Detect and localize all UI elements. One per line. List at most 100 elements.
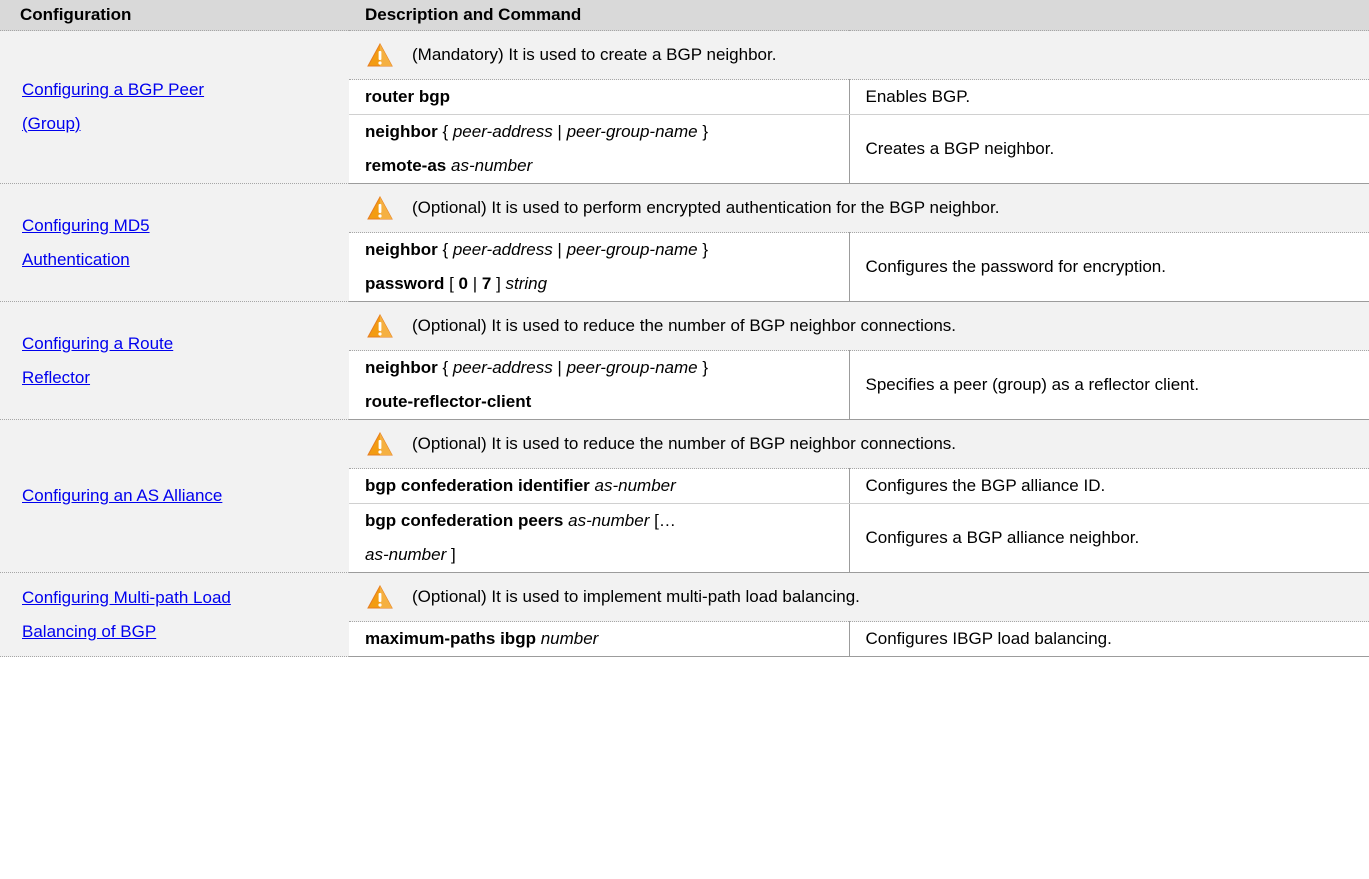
table-header: Configuration Description and Command [0, 0, 1369, 31]
configuration-link-line: Reflector [22, 367, 91, 387]
command-cell: bgp confederation identifier as-number [349, 468, 849, 504]
command-line: neighbor { peer-address | peer-group-nam… [365, 233, 849, 267]
note-cell: (Optional) It is used to perform encrypt… [349, 183, 1369, 233]
command-argument: as-number [451, 156, 533, 175]
command-line: as-number ] [365, 538, 849, 572]
command-description: Enables BGP. [848, 79, 1369, 115]
note-row: Configuring a Route Reflector (Optional) I… [0, 301, 1369, 420]
note-cell: (Optional) It is used to reduce the numb… [349, 419, 1369, 469]
configuration-cell: Configuring MD5 Authentication [0, 183, 349, 302]
command-line: route-reflector-client [365, 385, 849, 419]
command-syntax: | [468, 274, 482, 293]
configuration-table: Configuration Description and Command Co… [0, 0, 1369, 657]
command-line: bgp confederation peers as-number [… [365, 504, 849, 538]
configuration-link-line: Balancing of BGP [22, 621, 157, 641]
command-keyword: 0 [458, 274, 468, 293]
command-line: password [ 0 | 7 ] string [365, 267, 849, 301]
command-cell: maximum-paths ibgp number [349, 621, 849, 657]
command-keyword: remote-as [365, 156, 447, 175]
note-row: Configuring an AS Alliance (Optional) It … [0, 419, 1369, 573]
command-keyword: bgp confederation peers [365, 511, 564, 530]
configuration-link-line: Authentication [22, 249, 130, 269]
command-syntax: | [552, 358, 567, 377]
command-description: Specifies a peer (group) as a reflector … [848, 350, 1369, 420]
command-line: neighbor { peer-address | peer-group-nam… [365, 115, 849, 149]
configuration-link[interactable]: Configuring a BGP Peer (Group) [22, 80, 204, 133]
command-argument: peer-address [452, 240, 553, 259]
command-argument: string [505, 274, 548, 293]
command-syntax: | [552, 240, 567, 259]
command-cell: router bgp [349, 79, 849, 115]
command-description: Configures the password for encryption. [848, 232, 1369, 302]
warning-icon [367, 314, 393, 338]
command-keyword: maximum-paths ibgp [365, 629, 536, 648]
configuration-link-line: Configuring a Route [22, 333, 174, 353]
command-line: remote-as as-number [365, 149, 849, 183]
command-syntax: ] [446, 545, 456, 564]
warning-icon [367, 585, 393, 609]
command-syntax: } [697, 122, 709, 141]
command-argument: as-number [594, 476, 676, 495]
warning-icon [367, 43, 393, 67]
warning-icon [367, 432, 393, 456]
configuration-cell: Configuring an AS Alliance [0, 419, 349, 573]
command-syntax: { [437, 240, 453, 259]
command-keyword: neighbor [365, 358, 438, 377]
command-argument: as-number [568, 511, 650, 530]
command-keyword: router bgp [365, 87, 450, 106]
command-keyword: password [365, 274, 445, 293]
note-row: Configuring MD5 Authentication (Optional) … [0, 183, 1369, 302]
command-description: Configures the BGP alliance ID. [848, 468, 1369, 504]
command-argument: peer-group-name [566, 358, 698, 377]
command-description: Configures IBGP load balancing. [848, 621, 1369, 657]
configuration-link-line: Configuring Multi-path Load [22, 587, 231, 607]
command-cell: neighbor { peer-address | peer-group-nam… [349, 114, 849, 184]
note-text: (Mandatory) It is used to create a BGP n… [412, 45, 777, 64]
command-syntax: } [697, 240, 709, 259]
note-cell: (Mandatory) It is used to create a BGP n… [349, 30, 1369, 80]
command-syntax: { [437, 358, 453, 377]
configuration-link[interactable]: Configuring a Route Reflector [22, 334, 173, 387]
note-row: Configuring Multi-path Load Balancing of … [0, 572, 1369, 657]
command-argument: peer-address [452, 358, 553, 377]
command-description: Configures a BGP alliance neighbor. [848, 503, 1369, 573]
command-syntax: | [552, 122, 567, 141]
command-cell: neighbor { peer-address | peer-group-nam… [349, 350, 849, 420]
note-text: (Optional) It is used to reduce the numb… [412, 434, 956, 453]
note-row: Configuring a BGP Peer (Group) (Mandatory)… [0, 30, 1369, 184]
configuration-link-line: Configuring an AS Alliance [22, 486, 223, 505]
warning-icon [367, 196, 393, 220]
configuration-link[interactable]: Configuring an AS Alliance [22, 486, 222, 505]
configuration-link-line: Configuring a BGP Peer [22, 80, 205, 99]
note-cell: (Optional) It is used to implement multi… [349, 572, 1369, 622]
command-syntax: [… [649, 511, 676, 530]
note-text: (Optional) It is used to perform encrypt… [412, 198, 1000, 217]
command-description: Creates a BGP neighbor. [848, 114, 1369, 184]
command-keyword: route-reflector-client [365, 392, 532, 411]
command-keyword: neighbor [365, 240, 438, 259]
configuration-link[interactable]: Configuring MD5 Authentication [22, 216, 150, 269]
command-argument: peer-group-name [566, 240, 698, 259]
command-line: maximum-paths ibgp number [365, 622, 849, 656]
command-line: bgp confederation identifier as-number [365, 469, 849, 503]
command-keyword: 7 [481, 274, 492, 293]
command-line: neighbor { peer-address | peer-group-nam… [365, 351, 849, 385]
configuration-cell: Configuring Multi-path Load Balancing of … [0, 572, 349, 657]
configuration-cell: Configuring a Route Reflector [0, 301, 349, 420]
command-syntax: ] [491, 274, 506, 293]
configuration-cell: Configuring a BGP Peer (Group) [0, 30, 349, 184]
command-cell: neighbor { peer-address | peer-group-nam… [349, 232, 849, 302]
command-syntax: { [437, 122, 453, 141]
command-line: router bgp [365, 80, 849, 114]
note-cell: (Optional) It is used to reduce the numb… [349, 301, 1369, 351]
note-text: (Optional) It is used to reduce the numb… [412, 316, 956, 335]
command-syntax: [ [444, 274, 459, 293]
configuration-link-line: Configuring MD5 [22, 215, 150, 235]
command-argument: as-number [365, 545, 447, 564]
command-keyword: bgp confederation identifier [365, 476, 590, 495]
command-argument: peer-group-name [566, 122, 698, 141]
configuration-link[interactable]: Configuring Multi-path Load Balancing of … [22, 588, 231, 641]
command-argument: number [540, 629, 599, 648]
command-keyword: neighbor [365, 122, 438, 141]
command-argument: peer-address [452, 122, 553, 141]
